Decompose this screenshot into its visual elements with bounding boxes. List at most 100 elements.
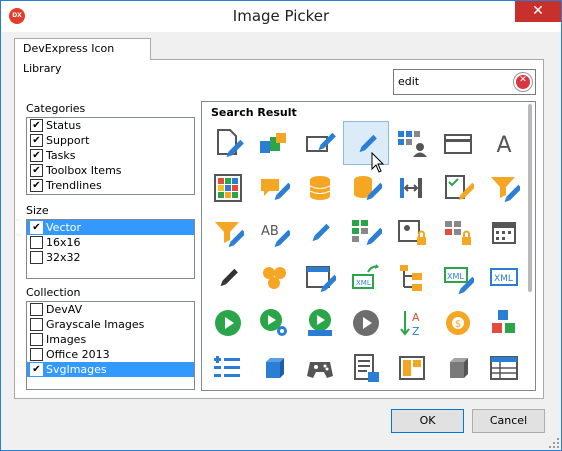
size-list[interactable]: ✔ Vector 16x16 32x32 <box>26 219 195 279</box>
icon-cell[interactable] <box>481 211 527 255</box>
user-tiles-icon <box>398 131 427 157</box>
icon-cell[interactable] <box>251 301 297 345</box>
icon-cell[interactable]: A <box>481 121 527 165</box>
icon-cell[interactable] <box>251 121 297 165</box>
icon-cell[interactable] <box>251 346 297 390</box>
checkbox-checked[interactable]: ✔ <box>30 149 43 162</box>
icon-cell[interactable] <box>343 301 389 345</box>
list-item-label: DevAV <box>46 303 83 316</box>
resize-grip-icon[interactable] <box>549 438 559 448</box>
svg-text:XML: XML <box>356 279 371 287</box>
clear-search-icon[interactable] <box>513 72 533 92</box>
icon-cell[interactable] <box>205 301 251 345</box>
hexagons-icon <box>263 267 286 289</box>
checkbox-checked[interactable]: ✔ <box>30 134 43 147</box>
tree-folders-icon <box>400 265 422 291</box>
close-button[interactable]: ✕ <box>515 1 561 22</box>
layout-orange-icon <box>399 356 425 380</box>
list-item[interactable]: ✔ Support <box>27 133 194 148</box>
play-icon <box>215 310 241 336</box>
collection-list[interactable]: DevAV Grayscale Images Images Office 2013 ✔ S… <box>26 301 195 390</box>
icon-cell[interactable] <box>481 346 527 390</box>
icon-cell[interactable] <box>297 346 343 390</box>
column-resize-icon <box>400 178 422 198</box>
checkbox-unchecked[interactable] <box>30 236 43 249</box>
list-item[interactable]: 16x16 <box>27 235 194 250</box>
icon-cell[interactable] <box>481 166 527 210</box>
tab-devexpress-icon-library[interactable]: DevExpress Icon Library <box>14 38 151 75</box>
checkbox-unchecked[interactable] <box>30 333 43 346</box>
checkbox-checked[interactable]: ✔ <box>30 119 43 132</box>
checkbox-checked[interactable]: ✔ <box>30 179 43 192</box>
ok-button[interactable]: OK <box>391 409 464 433</box>
checkbox-unchecked[interactable] <box>30 251 43 264</box>
list-item-label: SvgImages <box>46 363 107 376</box>
icon-cell[interactable] <box>481 301 527 345</box>
list-item[interactable]: ✔ Trendlines <box>27 178 194 193</box>
text-ab-edit-icon: AB <box>261 224 290 248</box>
categories-list[interactable]: ✔ Status ✔ Support ✔ Tasks ✔ Toolbox Items ✔ Tren… <box>26 117 195 195</box>
svg-text:A: A <box>412 311 420 324</box>
icon-cell[interactable] <box>343 346 389 390</box>
search-result-title: Search Result <box>211 106 297 119</box>
list-item[interactable]: Grayscale Images <box>27 317 194 332</box>
icon-cell[interactable] <box>389 211 435 255</box>
icon-cell[interactable]: XML <box>343 256 389 300</box>
list-item-label: Toolbox Items <box>46 164 122 177</box>
icon-cell[interactable]: AZ <box>389 301 435 345</box>
icon-cell[interactable] <box>435 166 481 210</box>
icon-cell[interactable] <box>251 166 297 210</box>
icon-cell[interactable] <box>435 346 481 390</box>
list-item[interactable]: ✔ SvgImages <box>27 362 194 377</box>
icon-cell[interactable] <box>435 211 481 255</box>
list-item[interactable]: Office 2013 <box>27 347 194 362</box>
icon-cell[interactable] <box>297 166 343 210</box>
icon-cell[interactable] <box>205 211 251 255</box>
icon-cell[interactable] <box>343 211 389 255</box>
list-item[interactable]: Images <box>27 332 194 347</box>
list-item[interactable]: ✔ Vector <box>27 220 194 235</box>
icon-cell[interactable] <box>389 256 435 300</box>
icon-cell[interactable] <box>251 256 297 300</box>
search-result-panel: Search Result A AB XML XML XML A Z $ <box>201 101 536 391</box>
checkbox-checked[interactable]: ✔ <box>30 221 43 234</box>
list-item[interactable]: ✔ Toolbox Items <box>27 163 194 178</box>
checkbox-unchecked[interactable] <box>30 348 43 361</box>
title-bar[interactable]: DX Image Picker ✕ <box>1 1 561 32</box>
icon-cell[interactable]: AB <box>251 211 297 255</box>
icon-cell[interactable] <box>297 256 343 300</box>
list-item[interactable]: ✔ Status <box>27 118 194 133</box>
icon-cell[interactable] <box>205 121 251 165</box>
icon-cell[interactable] <box>389 121 435 165</box>
search-input[interactable]: edit <box>393 69 536 95</box>
filter-edit-icon <box>215 222 244 248</box>
icon-cell[interactable] <box>205 346 251 390</box>
icon-cell[interactable]: $ <box>435 301 481 345</box>
checkbox-checked[interactable]: ✔ <box>30 164 43 177</box>
icon-cell[interactable] <box>205 166 251 210</box>
result-scrollbar[interactable] <box>528 104 532 292</box>
cancel-button[interactable]: Cancel <box>472 409 545 433</box>
icon-cell[interactable]: XML <box>435 256 481 300</box>
list-item-label: Status <box>46 119 82 132</box>
svg-text:A: A <box>496 133 511 158</box>
sort-a-z-icon: AZ <box>400 311 420 338</box>
database-icon <box>309 176 331 200</box>
checkbox-unchecked[interactable] <box>30 318 43 331</box>
list-item[interactable]: ✔ Tasks <box>27 148 194 163</box>
icon-cell[interactable] <box>389 166 435 210</box>
icon-cell[interactable] <box>297 211 343 255</box>
search-value[interactable]: edit <box>398 75 419 88</box>
icon-cell[interactable] <box>205 256 251 300</box>
icon-cell[interactable]: XML <box>481 256 527 300</box>
icon-cell[interactable] <box>389 346 435 390</box>
svg-text:XML: XML <box>494 274 513 284</box>
icon-cell[interactable] <box>435 121 481 165</box>
icon-cell[interactable] <box>297 301 343 345</box>
color-grid-icon <box>214 174 242 202</box>
list-item[interactable]: DevAV <box>27 302 194 317</box>
list-item[interactable]: 32x32 <box>27 250 194 265</box>
icon-cell[interactable] <box>297 121 343 165</box>
checkbox-unchecked[interactable] <box>30 303 43 316</box>
checkbox-checked[interactable]: ✔ <box>30 363 43 376</box>
